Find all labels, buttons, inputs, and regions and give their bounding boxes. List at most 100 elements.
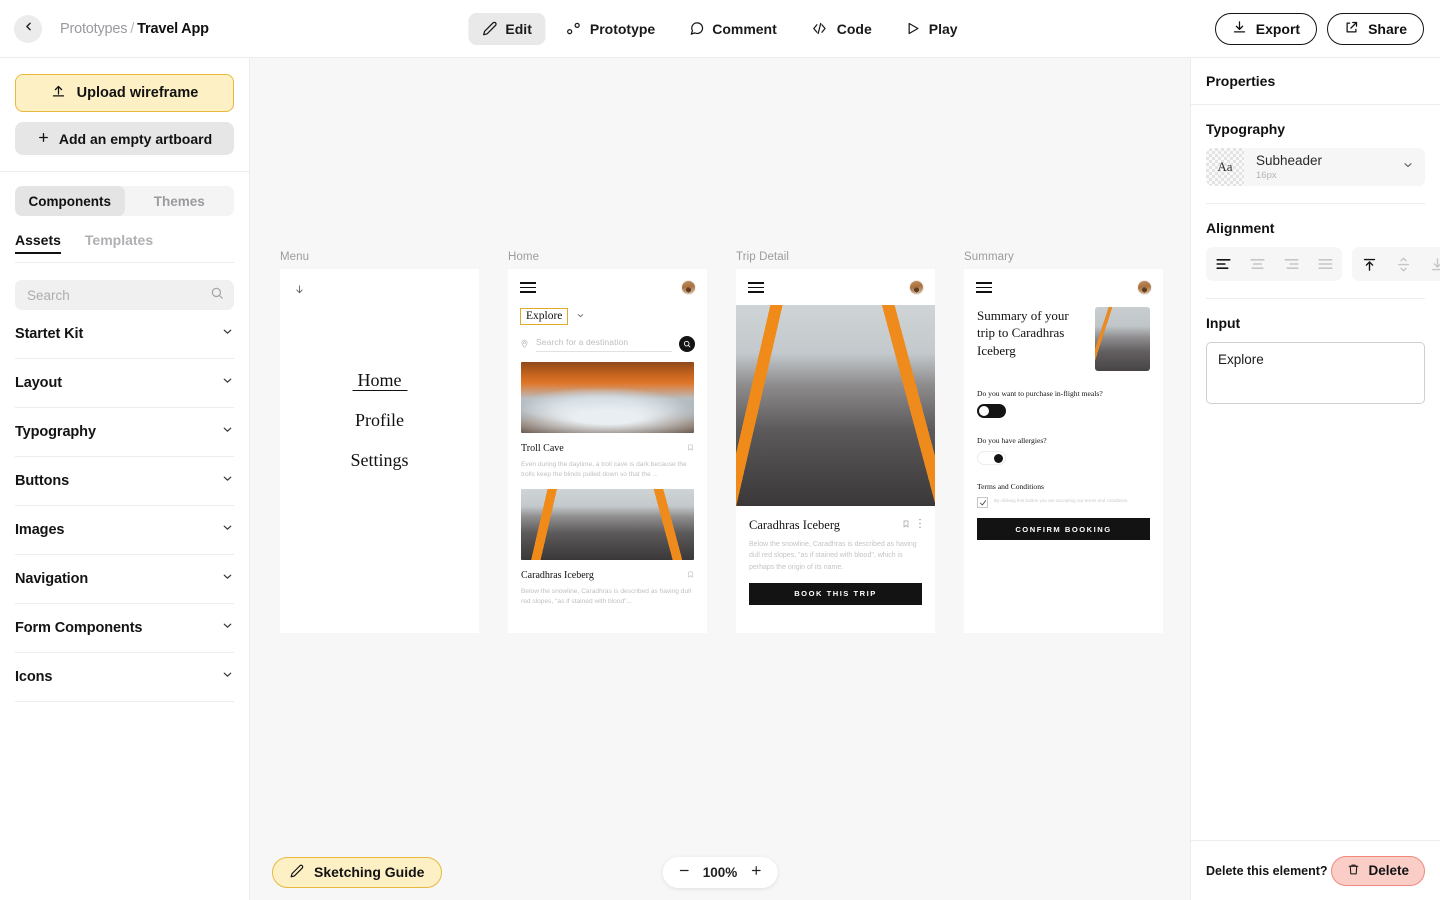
toggle-meals[interactable] bbox=[977, 404, 1006, 418]
explore-selector[interactable]: Explore bbox=[508, 294, 707, 325]
artboard-menu[interactable]: Menu Home Profile Settings bbox=[280, 251, 479, 633]
accordion-layout[interactable]: Layout bbox=[15, 359, 234, 408]
menu-item-settings[interactable]: Settings bbox=[280, 450, 479, 471]
search-input[interactable] bbox=[27, 287, 210, 303]
list-item[interactable]: Caradhras Iceberg Below the snowline, Ca… bbox=[508, 489, 707, 607]
upload-icon bbox=[51, 84, 66, 103]
app-body: Upload wireframe Add an empty artboard C… bbox=[0, 58, 1440, 900]
accordion-row[interactable]: Startet Kit bbox=[15, 310, 234, 358]
alignment-groups bbox=[1206, 247, 1440, 281]
subtab-assets[interactable]: Assets bbox=[15, 232, 61, 254]
sketching-guide-button[interactable]: Sketching Guide bbox=[272, 856, 443, 888]
artboard-frame[interactable]: Caradhras Iceberg Below the snowline, Ca… bbox=[736, 269, 935, 633]
destination-search-placeholder[interactable]: Search for a destination bbox=[536, 337, 672, 352]
add-empty-artboard-button[interactable]: Add an empty artboard bbox=[15, 122, 234, 155]
accordion-typography[interactable]: Typography bbox=[15, 408, 234, 457]
destination-search[interactable]: Search for a destination bbox=[508, 325, 707, 353]
card-title-row: Caradhras Iceberg bbox=[521, 566, 694, 584]
canvas-bottom-bar: Sketching Guide 100% bbox=[250, 844, 1190, 900]
back-button[interactable] bbox=[14, 14, 42, 43]
book-this-trip-button[interactable]: BOOK THIS TRIP bbox=[749, 582, 922, 605]
accordion-icons[interactable]: Icons bbox=[15, 653, 234, 702]
search-icon[interactable] bbox=[210, 286, 224, 305]
chevron-down-icon[interactable] bbox=[1402, 158, 1425, 176]
accordion-row[interactable]: Layout bbox=[15, 359, 234, 407]
tab-prototype[interactable]: Prototype bbox=[552, 13, 669, 45]
avatar[interactable] bbox=[910, 281, 923, 294]
menu-item-profile[interactable]: Profile bbox=[280, 410, 479, 431]
library-search[interactable] bbox=[15, 280, 234, 310]
confirm-booking-button[interactable]: CONFIRM BOOKING bbox=[977, 518, 1150, 540]
artboard-frame[interactable]: Summary of your trip to Caradhras Iceber… bbox=[964, 269, 1163, 633]
pencil-icon bbox=[290, 864, 304, 881]
typography-style-select[interactable]: Aa Subheader 16px bbox=[1206, 148, 1425, 186]
list-item[interactable]: Troll Cave Even during the daytime, a tr… bbox=[508, 362, 707, 480]
breadcrumb: Prototypes / Travel App bbox=[60, 21, 209, 37]
tab-edit[interactable]: Edit bbox=[468, 12, 546, 45]
search-button[interactable] bbox=[679, 336, 695, 352]
plus-icon[interactable] bbox=[749, 864, 762, 881]
delete-prompt-label: Delete this element? bbox=[1206, 863, 1328, 878]
align-justify-icon[interactable] bbox=[1308, 247, 1342, 281]
terms-checkbox[interactable] bbox=[977, 497, 988, 508]
tab-comment[interactable]: Comment bbox=[675, 13, 791, 45]
segment-themes[interactable]: Themes bbox=[125, 186, 235, 216]
align-right-icon[interactable] bbox=[1274, 247, 1308, 281]
sketching-guide-label: Sketching Guide bbox=[314, 864, 425, 880]
accordion-row[interactable]: Navigation bbox=[15, 555, 234, 603]
toggle-allergies[interactable] bbox=[977, 451, 1006, 465]
accordion-images[interactable]: Images bbox=[15, 506, 234, 555]
tab-edit-label: Edit bbox=[505, 20, 532, 37]
artboard-summary[interactable]: Summary Summary of your trip to Caradhra… bbox=[964, 251, 1163, 633]
arrow-down-icon[interactable] bbox=[280, 269, 479, 301]
hamburger-icon[interactable] bbox=[520, 282, 536, 293]
element-text-input[interactable] bbox=[1206, 342, 1425, 404]
avatar[interactable] bbox=[1138, 281, 1151, 294]
bookmark-icon[interactable] bbox=[902, 516, 910, 534]
accordion-row[interactable]: Icons bbox=[15, 653, 234, 701]
artboard-home[interactable]: Home Explore Search for a destination Tr… bbox=[508, 251, 707, 633]
align-left-icon[interactable] bbox=[1206, 247, 1240, 281]
share-button[interactable]: Share bbox=[1327, 12, 1424, 45]
segment-components[interactable]: Components bbox=[15, 186, 125, 216]
minus-icon[interactable] bbox=[678, 864, 691, 881]
avatar[interactable] bbox=[682, 281, 695, 294]
breadcrumb-parent[interactable]: Prototypes bbox=[60, 21, 128, 37]
trip-title: Caradhras Iceberg bbox=[749, 517, 841, 532]
summary-title: Summary of your trip to Caradhras Iceber… bbox=[977, 308, 1069, 358]
external-link-icon bbox=[1344, 20, 1359, 38]
align-center-icon[interactable] bbox=[1240, 247, 1274, 281]
tab-play[interactable]: Play bbox=[892, 13, 972, 45]
hamburger-icon[interactable] bbox=[748, 282, 764, 293]
menu-item-home[interactable]: Home bbox=[280, 370, 479, 391]
upload-wireframe-button[interactable]: Upload wireframe bbox=[15, 74, 234, 112]
bookmark-icon[interactable] bbox=[687, 439, 694, 457]
tab-code[interactable]: Code bbox=[797, 13, 886, 45]
subtab-templates[interactable]: Templates bbox=[85, 232, 153, 253]
accordion-form-components[interactable]: Form Components bbox=[15, 604, 234, 653]
terms-text: By clicking this button you are acceptin… bbox=[994, 498, 1129, 503]
canvas[interactable]: Menu Home Profile Settings Home Explore … bbox=[250, 58, 1190, 900]
bookmark-icon[interactable] bbox=[687, 566, 694, 584]
align-top-icon[interactable] bbox=[1352, 247, 1386, 281]
align-middle-icon[interactable] bbox=[1386, 247, 1420, 281]
chevron-down-icon[interactable] bbox=[576, 307, 585, 325]
delete-button[interactable]: Delete bbox=[1331, 855, 1425, 886]
accordion-row[interactable]: Images bbox=[15, 506, 234, 554]
accordion-navigation[interactable]: Navigation bbox=[15, 555, 234, 604]
zoom-value: 100% bbox=[702, 864, 738, 880]
accordion-buttons[interactable]: Buttons bbox=[15, 457, 234, 506]
artboard-frame[interactable]: Explore Search for a destination Troll C… bbox=[508, 269, 707, 633]
accordion-startet-kit[interactable]: Startet Kit bbox=[15, 310, 234, 359]
accordion-row[interactable]: Typography bbox=[15, 408, 234, 456]
explore-label[interactable]: Explore bbox=[520, 307, 569, 325]
align-bottom-icon[interactable] bbox=[1420, 247, 1440, 281]
hamburger-icon[interactable] bbox=[976, 282, 992, 293]
export-button[interactable]: Export bbox=[1214, 12, 1318, 45]
accordion-row[interactable]: Buttons bbox=[15, 457, 234, 505]
artboard-frame[interactable]: Home Profile Settings bbox=[280, 269, 479, 633]
card-image bbox=[521, 489, 694, 561]
more-vertical-icon[interactable] bbox=[918, 516, 922, 534]
accordion-row[interactable]: Form Components bbox=[15, 604, 234, 652]
artboard-trip-detail[interactable]: Trip Detail Caradhras Iceberg Below the … bbox=[736, 251, 935, 633]
